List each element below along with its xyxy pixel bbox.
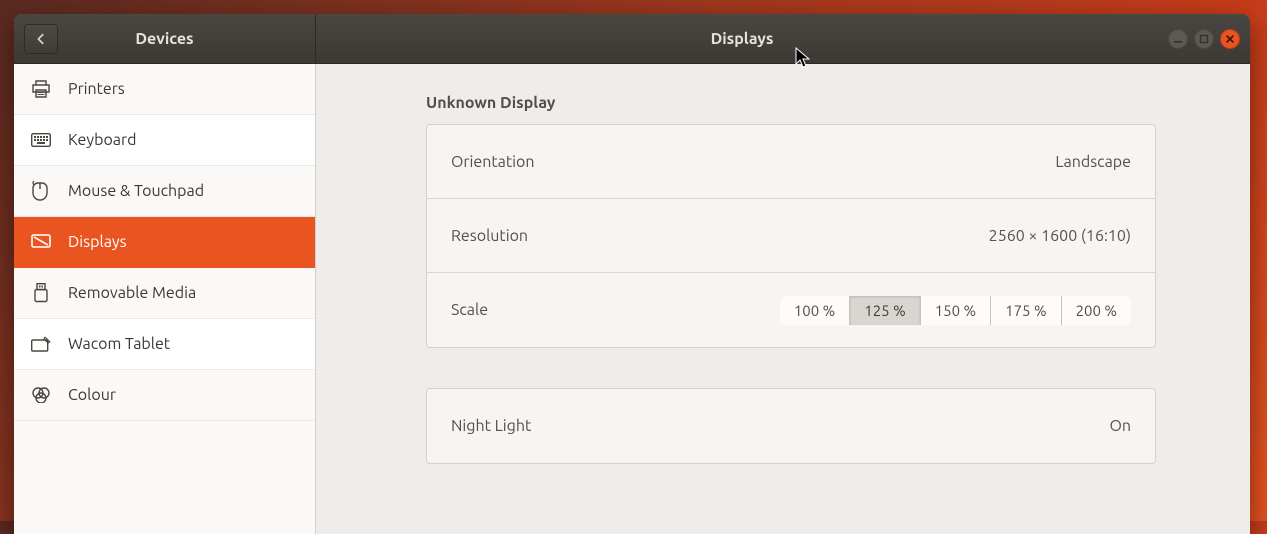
sidebar-item-label: Displays: [68, 233, 127, 251]
usb-icon: [30, 283, 52, 303]
colour-icon: [30, 387, 52, 403]
printer-icon: [30, 80, 52, 98]
close-button[interactable]: [1220, 29, 1240, 49]
sidebar-item-keyboard[interactable]: Keyboard: [14, 115, 315, 166]
sidebar-item-displays[interactable]: Displays: [14, 217, 315, 268]
scale-option-100[interactable]: 100 %: [780, 296, 850, 325]
sidebar-item-mouse[interactable]: Mouse & Touchpad: [14, 166, 315, 217]
sidebar-item-label: Colour: [68, 386, 116, 404]
displays-icon: [30, 234, 52, 250]
scale-option-175[interactable]: 175 %: [991, 296, 1061, 325]
night-light-label: Night Light: [451, 417, 531, 435]
header-left-title: Devices: [14, 30, 315, 48]
scale-option-200[interactable]: 200 %: [1062, 296, 1131, 325]
resolution-value: 2560 × 1600 (16:10): [989, 227, 1131, 245]
orientation-value: Landscape: [1055, 153, 1131, 171]
header-left: Devices: [14, 14, 316, 64]
main-content: Unknown Display Orientation Landscape Re…: [316, 64, 1250, 534]
maximize-button[interactable]: [1194, 29, 1214, 49]
night-light-panel: Night Light On: [426, 388, 1156, 464]
sidebar-item-wacom[interactable]: Wacom Tablet: [14, 319, 315, 370]
orientation-row[interactable]: Orientation Landscape: [427, 125, 1155, 199]
sidebar-item-colour[interactable]: Colour: [14, 370, 315, 421]
sidebar-item-label: Removable Media: [68, 284, 196, 302]
scale-segmented: 100 % 125 % 150 % 175 % 200 %: [780, 296, 1131, 325]
minimize-icon: [1173, 34, 1183, 44]
sidebar: Printers Keyboard Mouse & Touchpad Displ…: [14, 64, 316, 534]
night-light-value: On: [1109, 417, 1131, 435]
maximize-icon: [1199, 34, 1209, 44]
minimize-button[interactable]: [1168, 29, 1188, 49]
resolution-label: Resolution: [451, 227, 528, 245]
window-body: Printers Keyboard Mouse & Touchpad Displ…: [14, 64, 1250, 534]
display-name-heading: Unknown Display: [426, 94, 1156, 112]
mouse-icon: [30, 181, 52, 201]
sidebar-item-label: Printers: [68, 80, 125, 98]
close-icon: [1225, 34, 1235, 44]
sidebar-item-label: Keyboard: [68, 131, 136, 149]
night-light-row[interactable]: Night Light On: [427, 389, 1155, 463]
headerbar: Devices Displays: [14, 14, 1250, 64]
orientation-label: Orientation: [451, 153, 535, 171]
scale-option-125[interactable]: 125 %: [850, 296, 920, 325]
settings-window: Devices Displays: [14, 14, 1250, 534]
display-settings-panel: Orientation Landscape Resolution 2560 × …: [426, 124, 1156, 348]
header-right: Displays: [316, 14, 1250, 64]
scale-option-150[interactable]: 150 %: [921, 296, 991, 325]
tablet-icon: [30, 336, 52, 352]
scale-label: Scale: [451, 301, 488, 319]
keyboard-icon: [30, 133, 52, 147]
window-controls: [1168, 29, 1250, 49]
header-right-title: Displays: [316, 30, 1168, 48]
scale-row: Scale 100 % 125 % 150 % 175 % 200 %: [427, 273, 1155, 347]
sidebar-item-printers[interactable]: Printers: [14, 64, 315, 115]
sidebar-item-label: Mouse & Touchpad: [68, 182, 204, 200]
sidebar-item-removable[interactable]: Removable Media: [14, 268, 315, 319]
sidebar-item-label: Wacom Tablet: [68, 335, 170, 353]
resolution-row[interactable]: Resolution 2560 × 1600 (16:10): [427, 199, 1155, 273]
